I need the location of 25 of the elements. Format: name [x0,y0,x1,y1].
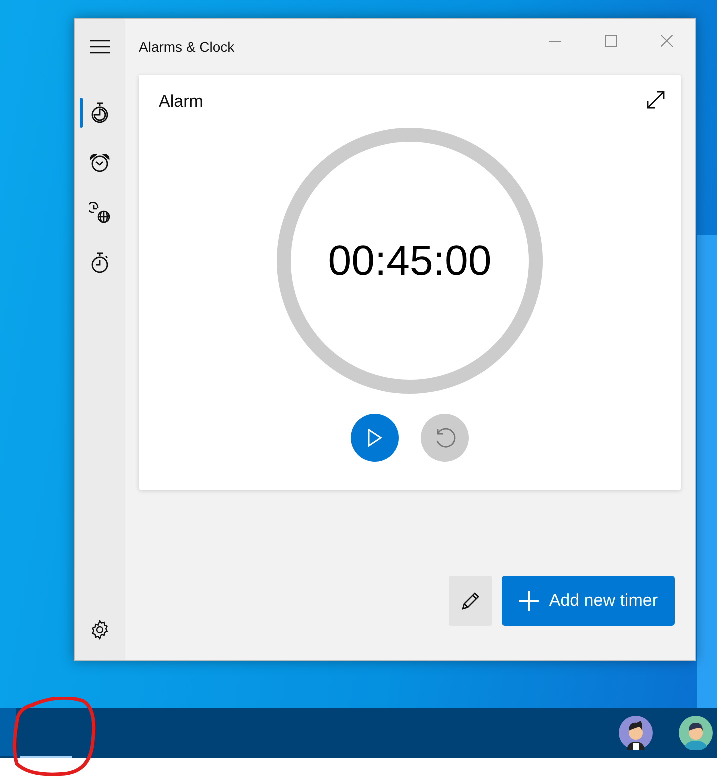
taskbar-edge [0,708,16,756]
add-new-timer-button[interactable]: Add new timer [502,576,675,626]
settings-button[interactable] [90,620,110,640]
card-title: Alarm [159,92,204,112]
minimize-icon [549,40,561,42]
menu-icon [90,40,110,54]
timer-time: 00:45:00 [328,237,492,285]
stopwatch-icon [90,252,110,274]
play-icon [368,429,382,447]
settings-icon [90,620,110,640]
edit-button[interactable] [449,576,492,626]
diagonal-arrow-icon [646,90,666,110]
expand-button[interactable] [646,90,666,110]
window-title: Alarms & Clock [139,39,236,55]
active-indicator [20,756,72,758]
maximize-icon [605,35,617,47]
timer-icon [90,102,110,124]
world-clock-icon [89,202,111,224]
avatar-icon[interactable] [679,716,713,750]
alarm-clock-icon [89,153,111,173]
pencil-icon [460,591,481,611]
close-icon [661,35,673,47]
play-button[interactable] [351,414,399,462]
plus-icon [519,591,540,611]
avatar-icon[interactable] [619,716,653,750]
